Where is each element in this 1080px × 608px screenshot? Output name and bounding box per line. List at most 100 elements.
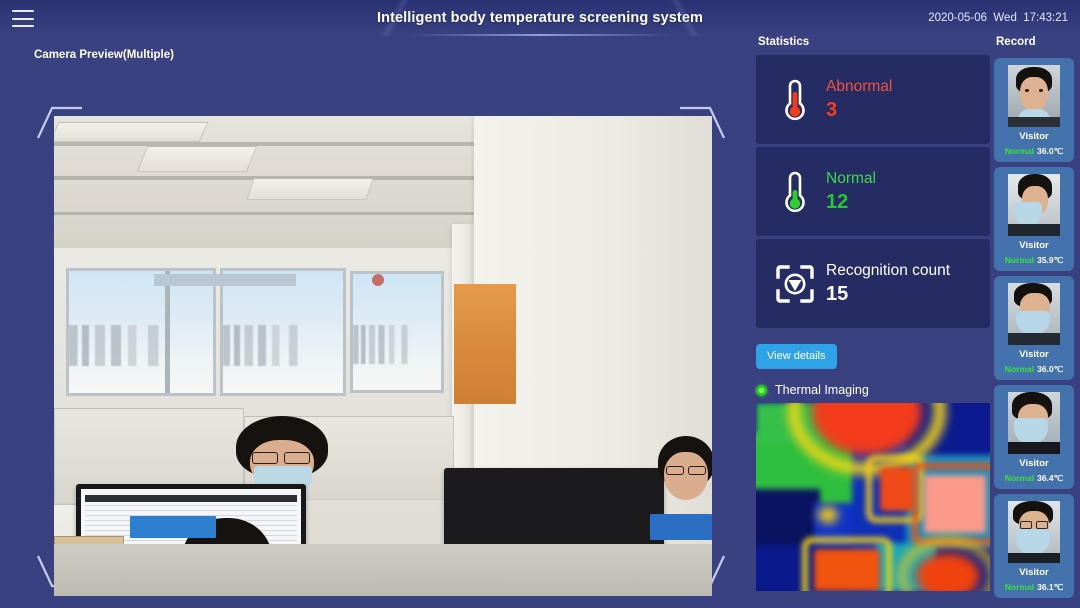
record-temperature: 36.1℃ xyxy=(1037,582,1064,592)
portrait-eye-right xyxy=(1039,89,1043,92)
record-status: Normal xyxy=(1004,364,1035,374)
statistics-title: Statistics xyxy=(758,36,810,48)
record-list[interactable]: Visitor Normal 36.0℃ Visitor Normal 35.9… xyxy=(994,58,1080,603)
record-card[interactable]: Visitor Normal 35.9℃ xyxy=(994,167,1074,271)
record-meta: Normal 36.0℃ xyxy=(999,144,1069,157)
record-photo xyxy=(1008,174,1060,236)
record-portrait-2 xyxy=(1008,174,1060,236)
portrait-body xyxy=(1008,117,1060,127)
scene-person-right-glasses-left xyxy=(666,466,684,475)
portrait-body xyxy=(1008,553,1060,563)
portrait-body xyxy=(1008,333,1060,345)
window-cityscape-2 xyxy=(223,324,343,367)
scene-desk-sign xyxy=(130,516,216,538)
thermal-imaging-header: Thermal Imaging xyxy=(756,383,990,397)
record-portrait-3 xyxy=(1008,283,1060,345)
app-root: Intelligent body temperature screening s… xyxy=(0,0,1080,608)
stat-card-abnormal-text: Abnormal 3 xyxy=(826,77,892,123)
record-meta: Normal 36.0℃ xyxy=(999,362,1069,375)
window-blind-bar xyxy=(154,274,296,286)
thermometer-red-icon xyxy=(774,78,816,122)
thermal-small-spot xyxy=(818,507,838,523)
thermal-region-cold-left xyxy=(756,489,820,545)
record-title: Record xyxy=(996,36,1036,48)
record-photo xyxy=(1008,283,1060,345)
ceiling-light-3 xyxy=(54,122,209,142)
title-bar: Intelligent body temperature screening s… xyxy=(0,0,1080,36)
stat-value-normal: 12 xyxy=(826,190,849,213)
portrait-glasses-right xyxy=(1036,521,1048,529)
record-status: Normal xyxy=(1004,473,1035,483)
window-cityscape-3 xyxy=(353,325,441,365)
record-temperature: 36.4℃ xyxy=(1037,473,1064,483)
stat-label-abnormal: Abnormal xyxy=(826,77,893,95)
record-section: Record Visitor Normal 36.0℃ Visitor Norm… xyxy=(994,36,1080,608)
record-portrait-1 xyxy=(1008,65,1060,127)
record-card[interactable]: Visitor Normal 36.0℃ xyxy=(994,276,1074,380)
wall-clock-icon xyxy=(372,274,384,286)
stat-card-abnormal[interactable]: Abnormal 3 xyxy=(756,55,990,144)
thermometer-green-icon xyxy=(774,170,816,214)
face-recognition-icon xyxy=(774,264,816,303)
scene-person-far-glasses-right xyxy=(284,452,310,464)
scene-person-right-face xyxy=(664,452,708,500)
record-status: Normal xyxy=(1004,582,1035,592)
window-cityscape-1 xyxy=(69,324,213,367)
stat-card-normal[interactable]: Normal 12 xyxy=(756,147,990,236)
thermal-hotspot-mid-halo xyxy=(872,461,918,517)
record-photo xyxy=(1008,65,1060,127)
record-portrait-4 xyxy=(1008,392,1060,454)
stat-card-normal-text: Normal 12 xyxy=(826,169,876,215)
camera-frame[interactable] xyxy=(36,72,726,604)
record-status: Normal xyxy=(1004,146,1035,156)
green-led-indicator-icon xyxy=(756,384,767,396)
portrait-eye-left xyxy=(1025,89,1029,92)
portrait-body xyxy=(1008,442,1060,454)
camera-video-feed[interactable] xyxy=(54,116,712,596)
record-photo xyxy=(1008,501,1060,563)
thermal-imaging-label: Thermal Imaging xyxy=(775,383,869,397)
record-card[interactable]: Visitor Normal 36.4℃ xyxy=(994,385,1074,489)
view-details-button[interactable]: View details xyxy=(756,344,837,369)
datetime-display: 2020-05-06 Wed 17:43:21 xyxy=(928,12,1068,24)
stat-label-recognition-count: Recognition count xyxy=(826,261,951,279)
scene-person-right-glasses-right xyxy=(688,466,706,475)
record-card[interactable]: Visitor Normal 36.0℃ xyxy=(994,58,1074,162)
camera-preview-label: Camera Preview(Multiple) xyxy=(34,49,174,61)
stat-card-recognition-count[interactable]: Recognition count 15 xyxy=(756,239,990,328)
record-portrait-5 xyxy=(1008,501,1060,563)
record-name: Visitor xyxy=(1019,458,1049,469)
scene-blue-placard xyxy=(650,514,712,540)
record-meta: Normal 36.4℃ xyxy=(999,471,1069,484)
record-meta: Normal 35.9℃ xyxy=(999,253,1069,266)
record-photo xyxy=(1008,392,1060,454)
window-mullion-1 xyxy=(165,271,170,393)
stat-value-recognition-count: 15 xyxy=(826,282,849,305)
record-name: Visitor xyxy=(1019,240,1049,251)
scene-window-right xyxy=(350,271,444,393)
stat-card-recognition-text: Recognition count 15 xyxy=(826,261,950,307)
stat-value-abnormal: 3 xyxy=(826,98,838,121)
ceiling-light-1 xyxy=(136,146,258,172)
office-scene xyxy=(54,116,712,596)
record-name: Visitor xyxy=(1019,349,1049,360)
scene-window-left xyxy=(66,268,216,396)
portrait-glasses-left xyxy=(1020,521,1032,529)
ceiling-light-2 xyxy=(246,178,374,200)
record-meta: Normal 36.1℃ xyxy=(999,580,1069,593)
record-name: Visitor xyxy=(1019,131,1049,142)
scene-wood-panel xyxy=(454,284,516,404)
thermal-imaging-feed[interactable] xyxy=(756,403,990,591)
scene-floor xyxy=(54,544,712,596)
record-temperature: 36.0℃ xyxy=(1037,364,1064,374)
scene-window-mid xyxy=(220,268,346,396)
record-name: Visitor xyxy=(1019,567,1049,578)
title-underline xyxy=(410,34,670,36)
portrait-face xyxy=(1020,77,1048,111)
record-temperature: 36.0℃ xyxy=(1037,146,1064,156)
scene-monitor-center-header xyxy=(85,495,297,502)
thermal-hotspot-bottomleft-halo xyxy=(808,543,886,591)
record-card[interactable]: Visitor Normal 36.1℃ xyxy=(994,494,1074,598)
thermal-hotspot-right-halo xyxy=(918,469,990,539)
scene-person-far-glasses-left xyxy=(252,452,278,464)
